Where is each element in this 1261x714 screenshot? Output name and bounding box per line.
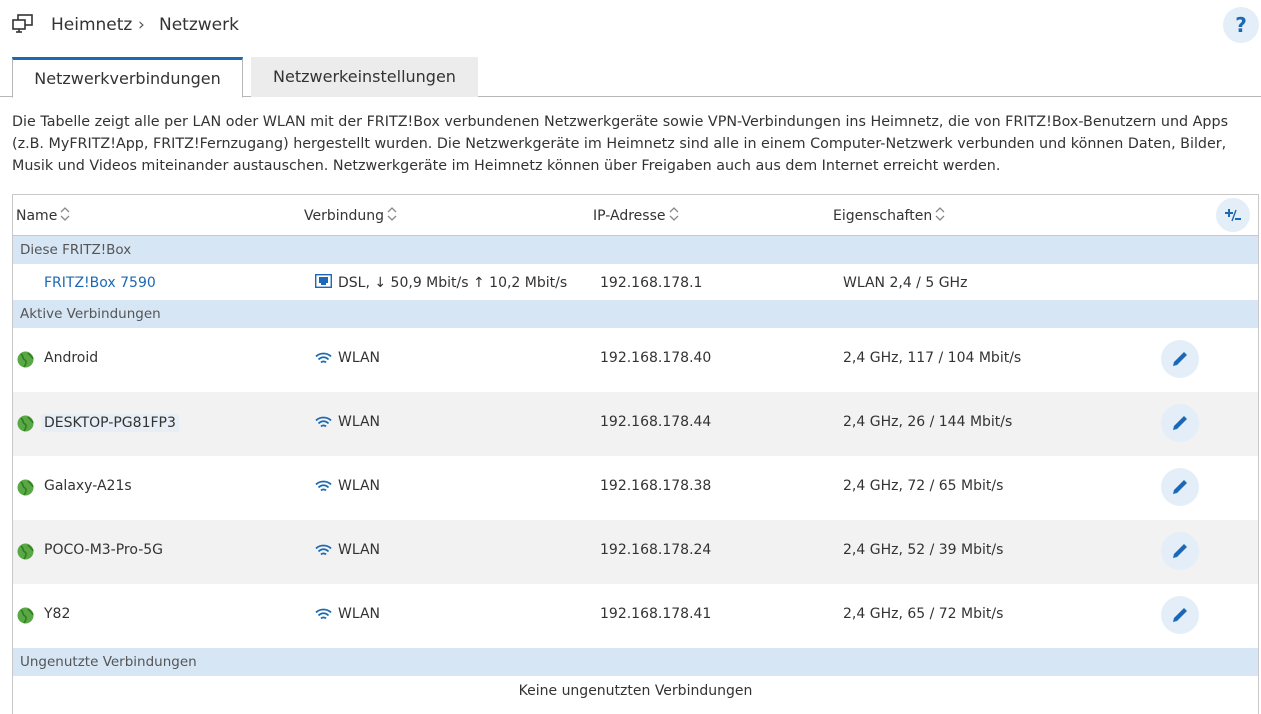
ip-address: 192.168.178.38	[600, 478, 712, 494]
header-name[interactable]: Name	[16, 206, 70, 224]
properties-text: WLAN 2,4 / 5 GHz	[843, 275, 968, 291]
header-ip[interactable]: IP-Adresse	[593, 206, 679, 224]
table-row: Galaxy-A21s WLAN 192.168.178.38 2,4 GHz,…	[13, 456, 1258, 520]
connection-text: WLAN	[338, 414, 381, 430]
wifi-icon	[315, 608, 332, 620]
pencil-icon	[1173, 608, 1187, 622]
pencil-icon	[1173, 416, 1187, 430]
header-bar: Heimnetz › Netzwerk ?	[0, 0, 1261, 50]
globe-icon	[17, 351, 34, 368]
globe-icon	[17, 607, 34, 624]
dsl-port-icon	[315, 274, 332, 288]
network-devices-table: Name Verbindung IP-Adresse Eigenschaften…	[12, 194, 1259, 714]
ip-address: 192.168.178.44	[600, 414, 712, 430]
wifi-icon	[315, 352, 332, 364]
device-name[interactable]: Android	[44, 350, 98, 366]
sort-icon	[669, 207, 678, 221]
wifi-icon	[315, 416, 332, 428]
ip-address: 192.168.178.1	[600, 275, 703, 291]
breadcrumb-heimnetz[interactable]: Heimnetz	[51, 14, 132, 36]
page-description: Die Tabelle zeigt alle per LAN oder WLAN…	[12, 114, 1229, 174]
table-row: DESKTOP-PG81FP3 WLAN 192.168.178.44 2,4 …	[13, 392, 1258, 456]
globe-icon	[17, 479, 34, 496]
edit-button[interactable]	[1161, 596, 1199, 634]
ip-address: 192.168.178.24	[600, 542, 712, 558]
tab-netzwerkeinstellungen[interactable]: Netzwerkeinstellungen	[251, 57, 478, 97]
breadcrumb-netzwerk: Netzwerk	[159, 15, 239, 35]
header-connection[interactable]: Verbindung	[304, 206, 397, 224]
pencil-icon	[1173, 352, 1187, 366]
properties-text: 2,4 GHz, 52 / 39 Mbit/s	[843, 542, 1004, 558]
table-header: Name Verbindung IP-Adresse Eigenschaften	[13, 195, 1258, 236]
globe-icon	[17, 543, 34, 560]
globe-icon	[17, 415, 34, 432]
group-active: Aktive Verbindungen	[13, 300, 1258, 328]
connection-text: WLAN	[338, 350, 381, 366]
connection-text: DSL, ↓ 50,9 Mbit/s ↑ 10,2 Mbit/s	[338, 275, 568, 291]
properties-text: 2,4 GHz, 65 / 72 Mbit/s	[843, 606, 1004, 622]
edit-button[interactable]	[1161, 404, 1199, 442]
wifi-icon	[315, 480, 332, 492]
connection-text: WLAN	[338, 606, 381, 622]
connection-text: WLAN	[338, 478, 381, 494]
sort-icon	[387, 207, 397, 221]
ip-address: 192.168.178.40	[600, 350, 712, 366]
breadcrumb-separator: ›	[138, 15, 145, 35]
edit-button[interactable]	[1161, 468, 1199, 506]
properties-text: 2,4 GHz, 117 / 104 Mbit/s	[843, 350, 1022, 366]
group-unused: Ungenutzte Verbindungen	[13, 648, 1258, 676]
ip-address: 192.168.178.41	[600, 606, 712, 622]
help-button[interactable]: ?	[1223, 7, 1259, 43]
device-name[interactable]: DESKTOP-PG81FP3	[41, 414, 179, 432]
device-name[interactable]: Galaxy-A21s	[44, 478, 132, 494]
column-toggle-button[interactable]	[1216, 198, 1250, 232]
network-home-icon[interactable]	[12, 14, 34, 34]
table-row: Android WLAN 192.168.178.40 2,4 GHz, 117…	[13, 328, 1258, 392]
plus-minus-icon	[1225, 209, 1241, 222]
pencil-icon	[1173, 544, 1187, 558]
device-name-link[interactable]: FRITZ!Box 7590	[44, 275, 156, 291]
table-row: FRITZ!Box 7590 DSL, ↓ 50,9 Mbit/s ↑ 10,2…	[13, 264, 1258, 300]
tab-netzwerkverbindungen[interactable]: Netzwerkverbindungen	[12, 57, 243, 98]
device-name[interactable]: POCO-M3-Pro-5G	[44, 542, 163, 558]
group-this-box: Diese FRITZ!Box	[13, 236, 1258, 264]
tab-bar: Netzwerkverbindungen Netzwerkeinstellung…	[0, 56, 1261, 98]
properties-text: 2,4 GHz, 26 / 144 Mbit/s	[843, 414, 1013, 430]
properties-text: 2,4 GHz, 72 / 65 Mbit/s	[843, 478, 1004, 494]
sort-icon	[60, 207, 70, 221]
pencil-icon	[1173, 480, 1187, 494]
connection-text: WLAN	[338, 542, 381, 558]
wifi-icon	[315, 544, 332, 556]
header-properties[interactable]: Eigenschaften	[833, 206, 945, 224]
empty-message: Keine ungenutzten Verbindungen	[518, 683, 753, 699]
edit-button[interactable]	[1161, 532, 1199, 570]
table-row: POCO-M3-Pro-5G WLAN 192.168.178.24 2,4 G…	[13, 520, 1258, 584]
table-row: Y82 WLAN 192.168.178.41 2,4 GHz, 65 / 72…	[13, 584, 1258, 648]
device-name[interactable]: Y82	[44, 606, 70, 622]
edit-button[interactable]	[1161, 340, 1199, 378]
sort-icon	[935, 207, 945, 221]
